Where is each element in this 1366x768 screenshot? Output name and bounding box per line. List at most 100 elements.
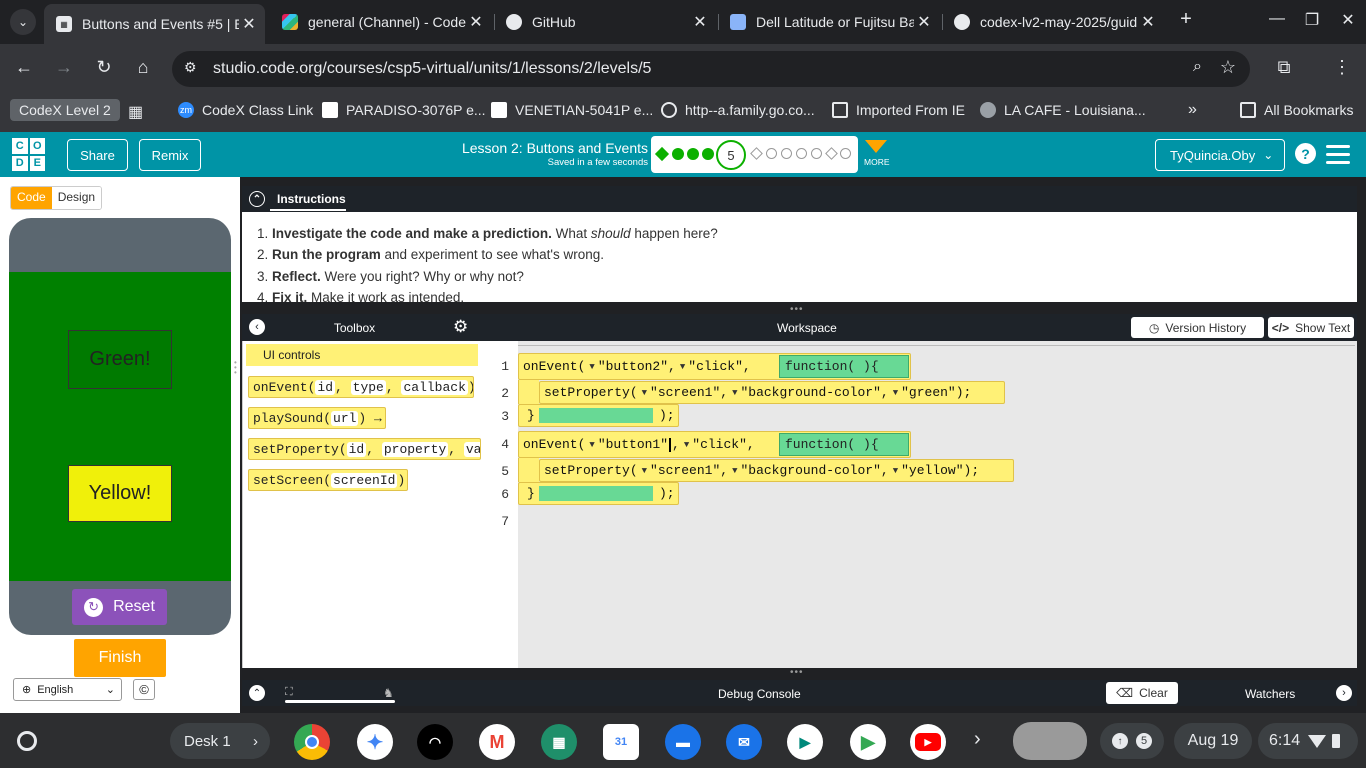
browser-tab[interactable]: Dell Latitude or Fujitsu Ba ✕ (718, 6, 940, 38)
new-tab-button[interactable]: + (1174, 8, 1198, 31)
gemini-app-icon[interactable]: ✦ (357, 724, 393, 760)
finish-button[interactable]: Finish (74, 639, 166, 677)
code-mode-button[interactable]: Code (11, 187, 52, 209)
dropdown-triangle-icon[interactable]: ▼ (680, 362, 685, 372)
yellow-button[interactable]: Yellow! (68, 465, 172, 522)
extensions-icon[interactable]: ⧉ (1272, 57, 1296, 78)
dropdown-triangle-icon[interactable]: ▼ (732, 388, 737, 398)
forward-icon[interactable]: → (52, 57, 76, 78)
show-text-button[interactable]: </> Show Text (1268, 317, 1354, 338)
date-tray[interactable]: Aug 19 (1174, 723, 1252, 759)
bookmark-family-link[interactable]: http--a.family.go.co... (661, 102, 815, 118)
level-dot-complete[interactable] (672, 148, 684, 160)
dropdown-triangle-icon[interactable]: ▼ (893, 466, 898, 476)
block-close[interactable]: } ); (518, 482, 679, 505)
status-tray[interactable]: 6:14 (1258, 723, 1358, 759)
collapse-icon[interactable]: ⌃ (249, 191, 265, 207)
remix-button[interactable]: Remix (139, 139, 201, 171)
bookmark-codex-class-link[interactable]: zm CodeX Class Link (178, 102, 313, 118)
code-org-logo[interactable]: C O D E (12, 138, 45, 171)
user-menu-button[interactable]: TyQuincia.Oby ⌄ (1155, 139, 1285, 171)
maximize-button[interactable]: ❐ (1300, 10, 1324, 30)
bookmark-paradiso[interactable]: PARADISO-3076P e... (322, 102, 486, 118)
version-history-button[interactable]: ◷ Version History (1131, 317, 1264, 338)
desk-switcher[interactable]: Desk 1 › (170, 723, 270, 759)
chrome-app-icon[interactable] (294, 724, 330, 760)
vertical-resize-handle[interactable]: • • • (234, 359, 238, 377)
setproperty-block[interactable]: setProperty( ▼ "screen1", ▼ "background-co… (539, 459, 1014, 482)
launcher-button[interactable] (17, 731, 37, 751)
toolbox-block-setscreen[interactable]: setScreen( screenId ) (248, 469, 408, 491)
help-button[interactable]: ? (1295, 143, 1316, 164)
meet-app-icon[interactable]: ▶ (787, 724, 823, 760)
level-dot[interactable] (781, 148, 792, 159)
files-app-icon[interactable]: ▬ (665, 724, 701, 760)
holding-space-thumbnail[interactable] (1013, 722, 1087, 760)
toolbox-block-playsound[interactable]: playSound( url ) → (248, 407, 386, 429)
dropdown-triangle-icon[interactable]: ▼ (642, 466, 647, 476)
level-dot-complete[interactable] (702, 148, 714, 160)
green-button[interactable]: Green! (68, 330, 172, 389)
back-icon[interactable]: ← (12, 57, 36, 78)
browser-tab[interactable]: general (Channel) - Code ✕ (270, 6, 492, 38)
audible-app-icon[interactable]: ◠ (417, 724, 453, 760)
gear-icon[interactable]: ⚙ (453, 317, 468, 337)
bookmark-la-cafe[interactable]: LA CAFE - Louisiana... (980, 102, 1146, 118)
toolbox-block-onevent[interactable]: onEvent( id, type, callback ) (248, 376, 474, 398)
star-icon[interactable]: ☆ (1220, 57, 1236, 78)
close-window-button[interactable]: ✕ (1336, 10, 1360, 30)
dropdown-triangle-icon[interactable]: ▼ (589, 440, 594, 450)
level-dot[interactable] (796, 148, 807, 159)
block-close[interactable]: } ); (518, 404, 679, 427)
more-levels-button[interactable]: MORE (864, 140, 890, 167)
bookmark-folder-imported[interactable]: Imported From IE (832, 102, 965, 118)
classroom-app-icon[interactable]: ▦ (541, 724, 577, 760)
notification-tray[interactable]: ↑ 5 (1100, 723, 1164, 759)
close-icon[interactable]: ✕ (466, 12, 486, 32)
close-icon[interactable]: ✕ (690, 12, 710, 32)
bookmark-venetian[interactable]: VENETIAN-5041P e... (491, 102, 653, 118)
play-store-app-icon[interactable]: ▶ (850, 724, 886, 760)
chat-app-icon[interactable]: ✉ (726, 724, 762, 760)
dropdown-triangle-icon[interactable]: ▼ (684, 440, 689, 450)
address-bar[interactable]: ⚙ studio.code.org/courses/csp5-virtual/u… (172, 51, 1250, 87)
level-dot[interactable] (766, 148, 777, 159)
language-select[interactable]: ⊕ English ⌄ (13, 678, 122, 701)
menu-dots-icon[interactable]: ⋮ (1330, 57, 1354, 78)
browser-tab[interactable]: codex-lv2-may-2025/guid ✕ (942, 6, 1164, 38)
level-dot-diamond[interactable] (825, 147, 838, 160)
bookmark-codex-level-2[interactable]: CodeX Level 2 (10, 99, 120, 121)
copyright-button[interactable]: © (133, 679, 155, 700)
calendar-app-icon[interactable]: 31 (603, 724, 639, 760)
clear-button[interactable]: ⌫ Clear (1106, 682, 1178, 704)
hamburger-menu-icon[interactable] (1326, 145, 1350, 164)
minimize-button[interactable]: — (1265, 10, 1289, 28)
share-button[interactable]: Share (67, 139, 128, 171)
level-dot-diamond[interactable] (750, 147, 763, 160)
reset-button[interactable]: ↻ Reset (72, 589, 167, 625)
apps-grid-icon[interactable]: ▦ (128, 102, 143, 122)
close-icon[interactable]: ✕ (914, 12, 934, 32)
level-dot-complete[interactable] (687, 148, 699, 160)
browser-tab-active[interactable]: ▦ Buttons and Events #5 | E ✕ (44, 4, 265, 44)
level-dot[interactable] (811, 148, 822, 159)
site-info-icon[interactable]: ⚙ (184, 59, 197, 76)
shelf-overflow-chevron-icon[interactable]: › (974, 728, 981, 751)
level-dot-diamond[interactable] (654, 146, 670, 162)
youtube-app-icon[interactable]: ▶ (910, 724, 946, 760)
more-bookmarks-chevron-icon[interactable]: » (1188, 101, 1197, 119)
dropdown-triangle-icon[interactable]: ▼ (589, 362, 594, 372)
function-block[interactable]: function( ){ (779, 433, 909, 456)
tab-search-button[interactable]: ⌄ (10, 9, 36, 35)
expand-watchers-icon[interactable]: › (1336, 685, 1352, 701)
expand-debug-icon[interactable]: ⌃ (249, 685, 265, 701)
zoom-icon[interactable]: ⌕ (1193, 58, 1202, 76)
close-icon[interactable]: ✕ (239, 14, 259, 34)
resize-handle[interactable]: ••• (790, 667, 804, 678)
reload-icon[interactable]: ↻ (92, 57, 116, 78)
toolbox-block-setproperty[interactable]: setProperty( id, property, va (248, 438, 481, 460)
speed-slider[interactable]: ⛶ ♞ (285, 686, 400, 704)
all-bookmarks-button[interactable]: All Bookmarks (1240, 102, 1353, 118)
toolbox-category[interactable]: UI controls (246, 344, 478, 366)
function-block[interactable]: function( ){ (779, 355, 909, 378)
